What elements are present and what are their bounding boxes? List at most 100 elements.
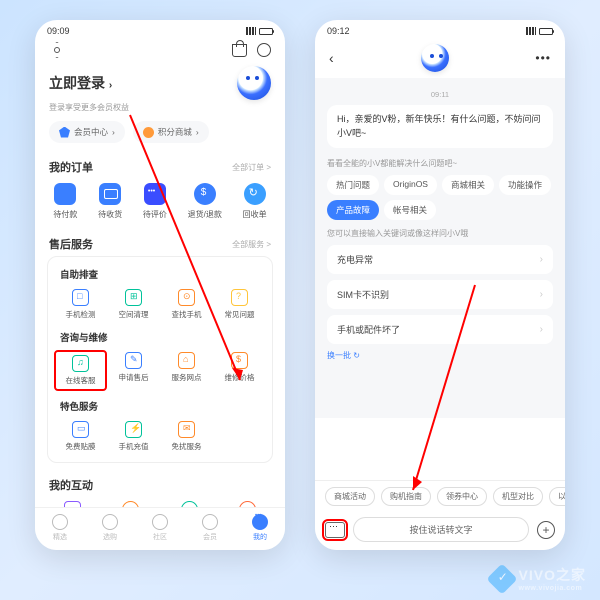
aftersale-title: 售后服务 [49, 236, 93, 252]
login-title[interactable]: 立即登录 › [49, 73, 112, 93]
phone-right: 09:12 ‹ ••• 09:11 Hi，亲爱的V粉，新年快乐！有什么问题，不妨… [315, 20, 565, 550]
chat-timestamp: 09:11 [327, 90, 553, 99]
interact-title: 我的互动 [49, 477, 93, 493]
special-title: 特色服务 [54, 397, 266, 419]
qa-sim[interactable]: SIM卡不识别› [327, 280, 553, 309]
chip-row: 热门问题 OriginOS 商城相关 功能操作 产品故障 帐号相关 [327, 175, 553, 220]
sug-compare[interactable]: 机型对比 [493, 487, 543, 506]
tab-featured[interactable]: 精选 [52, 514, 68, 542]
dnd-service[interactable]: 免扰服务 [160, 419, 213, 454]
avatar[interactable] [237, 66, 271, 100]
status-bar: 09:12 [315, 20, 565, 38]
points-mall-pill[interactable]: 积分商城 › [133, 121, 209, 143]
chip-account[interactable]: 帐号相关 [384, 200, 436, 220]
keyboard-icon[interactable] [325, 522, 345, 538]
consult-title: 咨询与维修 [54, 328, 266, 350]
signal-icon [526, 27, 536, 35]
apply-aftersale[interactable]: 申请售后 [107, 350, 160, 391]
recycle-icon [244, 183, 266, 205]
sug-activity[interactable]: 商城活动 [325, 487, 375, 506]
status-bar: 09:09 [35, 20, 285, 38]
more-button[interactable]: ••• [535, 51, 551, 65]
order-pending-ship[interactable]: 待收货 [98, 183, 122, 220]
qa-broken[interactable]: 手机或配件坏了› [327, 315, 553, 344]
sug-guide[interactable]: 购机指南 [381, 487, 431, 506]
watermark-brand: VIVO之家 [519, 565, 586, 585]
chat-area: 09:11 Hi，亲爱的V粉，新年快乐！有什么问题，不妨问问小V吧~ 看看全能的… [315, 78, 565, 418]
suggestion-row: 商城活动 购机指南 领券中心 机型对比 以 [315, 480, 565, 512]
plus-button[interactable]: + [537, 521, 555, 539]
sug-more[interactable]: 以 [549, 487, 565, 506]
voice-input[interactable]: 按住说话转文字 [353, 517, 529, 542]
settings-icon[interactable] [49, 42, 65, 58]
chip-mall[interactable]: 商城相关 [442, 175, 494, 195]
self-storage-clean[interactable]: 空间清理 [107, 287, 160, 322]
phone-icon [72, 289, 89, 306]
chip-function[interactable]: 功能操作 [499, 175, 551, 195]
qa-charging[interactable]: 充电异常› [327, 245, 553, 274]
phone-left: 09:09 立即登录 › 登录享受更多会员权益 会员中心 › 积分商城 › 我的… [35, 20, 285, 550]
coin-icon [143, 127, 154, 138]
chips-hint: 看看全能的小V都能解决什么问题吧~ [327, 158, 553, 169]
back-button[interactable]: ‹ [329, 50, 334, 66]
crown-icon [202, 514, 218, 530]
tab-mine[interactable]: 我的 [252, 514, 268, 542]
price-icon [231, 352, 248, 369]
self-check-title: 自助排查 [54, 265, 266, 287]
sug-coupon[interactable]: 领券中心 [437, 487, 487, 506]
login-subtitle: 登录享受更多会员权益 [35, 102, 285, 121]
orders-more[interactable]: 全部订单 > [232, 162, 271, 173]
apply-icon [125, 352, 142, 369]
member-center-pill[interactable]: 会员中心 › [49, 121, 125, 143]
diamond-icon [59, 127, 70, 138]
order-refund[interactable]: 退货/退款 [188, 183, 222, 220]
mine-icon [252, 514, 268, 530]
self-faq[interactable]: 常见问题 [213, 287, 266, 322]
service-center[interactable]: 服务网点 [160, 350, 213, 391]
support-icon[interactable] [257, 43, 271, 57]
online-service[interactable]: 在线客服 [54, 350, 107, 391]
self-phone-check[interactable]: 手机检测 [54, 287, 107, 322]
recharge-icon [125, 421, 142, 438]
qa-hint: 您可以直接输入关键词或像这样问小V哦 [327, 228, 553, 239]
bottom-tabs: 精选 选购 社区 会员 我的 [35, 507, 285, 550]
aftersale-card: 自助排查 手机检测 空间清理 查找手机 常见问题 咨询与维修 在线客服 申请售后… [47, 256, 273, 463]
battery-icon [259, 28, 273, 35]
battery-icon [539, 28, 553, 35]
tab-shop[interactable]: 选购 [102, 514, 118, 542]
chip-fault[interactable]: 产品故障 [327, 200, 379, 220]
free-film[interactable]: 免费贴膜 [54, 419, 107, 454]
self-find-phone[interactable]: 查找手机 [160, 287, 213, 322]
chip-originos[interactable]: OriginOS [384, 175, 437, 195]
storage-icon [125, 289, 142, 306]
cart-icon[interactable] [232, 44, 247, 57]
wallet-icon [54, 183, 76, 205]
status-time: 09:12 [327, 26, 350, 36]
location-icon [178, 352, 195, 369]
film-icon [72, 421, 89, 438]
locate-icon [178, 289, 195, 306]
heart-icon [52, 514, 68, 530]
tab-member[interactable]: 会员 [202, 514, 218, 542]
watermark-url: www.vivojia.com [519, 585, 586, 592]
status-time: 09:09 [47, 26, 70, 36]
refund-icon [194, 183, 216, 205]
community-icon [152, 514, 168, 530]
order-pending-review[interactable]: 待评价 [143, 183, 167, 220]
refresh-button[interactable]: 换一批 ↻ [327, 350, 553, 361]
phone-recharge[interactable]: 手机充值 [107, 419, 160, 454]
order-recycle[interactable]: 回收单 [243, 183, 267, 220]
greeting-bubble: Hi，亲爱的V粉，新年快乐！有什么问题，不妨问问小V吧~ [327, 105, 553, 148]
bot-avatar [421, 44, 449, 72]
chip-hot[interactable]: 热门问题 [327, 175, 379, 195]
tab-community[interactable]: 社区 [152, 514, 168, 542]
faq-icon [231, 289, 248, 306]
review-icon [144, 183, 166, 205]
watermark-badge-icon [486, 563, 517, 594]
bag-icon [102, 514, 118, 530]
package-icon [99, 183, 121, 205]
aftersale-more[interactable]: 全部服务 > [232, 239, 271, 250]
order-pending-pay[interactable]: 待付款 [53, 183, 77, 220]
dnd-icon [178, 421, 195, 438]
repair-price[interactable]: 维修价格 [213, 350, 266, 391]
